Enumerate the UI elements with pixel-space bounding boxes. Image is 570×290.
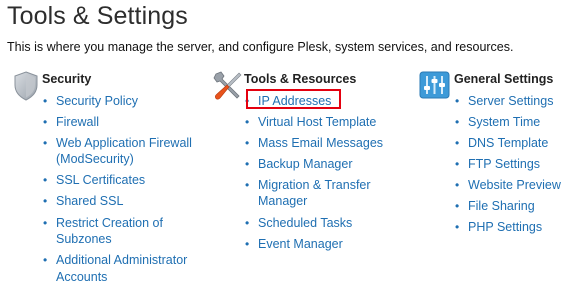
list-item: DNS Template [454,135,561,152]
link-server-settings[interactable]: Server Settings [468,94,553,108]
list-item: Backup Manager [244,156,388,173]
link-file-sharing[interactable]: File Sharing [468,199,535,213]
list-item: Virtual Host Template [244,114,388,131]
list-item: Event Manager [244,236,388,253]
list-item: Mass Email Messages [244,135,388,152]
link-additional-admin-accounts[interactable]: Additional Administrator Accounts [56,253,187,284]
link-ftp-settings[interactable]: FTP Settings [468,157,540,171]
tools-icon [212,70,244,102]
list-item: File Sharing [454,198,561,215]
list-item: Server Settings [454,93,561,110]
security-title: Security [42,72,92,86]
link-ip-addresses[interactable]: IP Addresses [258,94,331,108]
list-item: System Time [454,114,561,131]
security-list: Security Policy Firewall Web Application… [42,93,206,286]
list-item: SSL Certificates [42,172,206,189]
general-list: Server Settings System Time DNS Template… [454,93,561,236]
list-item: Restrict Creation of Subzones [42,215,186,248]
list-item: Scheduled Tasks [244,215,388,232]
link-web-application-firewall[interactable]: Web Application Firewall (ModSecurity) [56,136,192,167]
link-php-settings[interactable]: PHP Settings [468,220,542,234]
page-description: This is where you manage the server, and… [7,40,514,54]
link-dns-template[interactable]: DNS Template [468,136,548,150]
list-item: IP Addresses [244,93,388,110]
link-shared-ssl[interactable]: Shared SSL [56,194,123,208]
list-item: FTP Settings [454,156,561,173]
link-firewall[interactable]: Firewall [56,115,99,129]
link-mass-email-messages[interactable]: Mass Email Messages [258,136,383,150]
link-event-manager[interactable]: Event Manager [258,237,343,251]
list-item: Migration & Transfer Manager [244,177,388,210]
tools-list: IP Addresses Virtual Host Template Mass … [244,93,388,253]
list-item: Website Preview [454,177,561,194]
sliders-icon [419,70,451,102]
tools-title: Tools & Resources [244,72,357,86]
link-security-policy[interactable]: Security Policy [56,94,138,108]
link-website-preview[interactable]: Website Preview [468,178,561,192]
link-virtual-host-template[interactable]: Virtual Host Template [258,115,376,129]
link-restrict-subzones[interactable]: Restrict Creation of Subzones [56,216,163,247]
link-scheduled-tasks[interactable]: Scheduled Tasks [258,216,352,230]
list-item: PHP Settings [454,219,561,236]
page-title: Tools & Settings [7,2,188,30]
list-item: Firewall [42,114,206,131]
link-migration-transfer-manager[interactable]: Migration & Transfer Manager [258,178,371,209]
list-item: Security Policy [42,93,206,110]
general-title: General Settings [454,72,554,86]
link-backup-manager[interactable]: Backup Manager [258,157,353,171]
list-item: Additional Administrator Accounts [42,252,206,285]
shield-icon [10,70,42,102]
link-system-time[interactable]: System Time [468,115,540,129]
link-ssl-certificates[interactable]: SSL Certificates [56,173,145,187]
list-item: Shared SSL [42,193,206,210]
list-item: Web Application Firewall (ModSecurity) [42,135,206,168]
